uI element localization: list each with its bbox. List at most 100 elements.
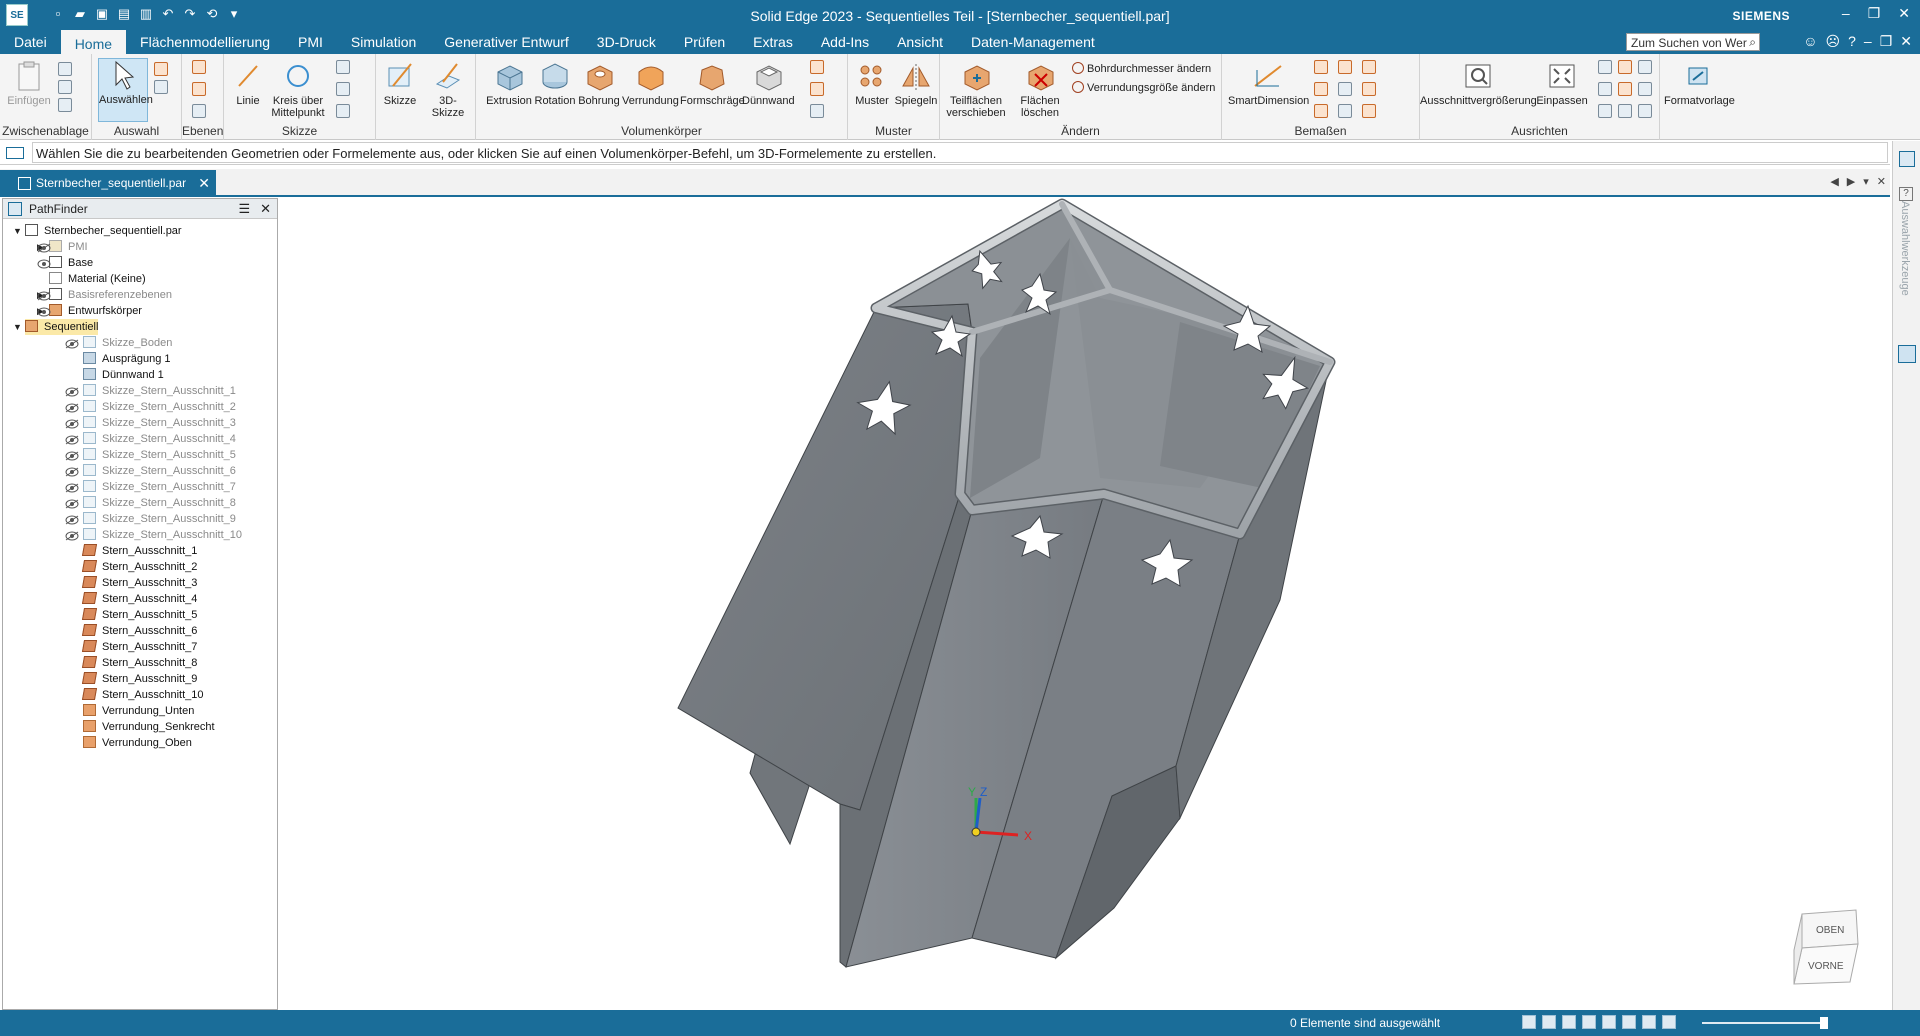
fit-status-icon[interactable] (1562, 1015, 1576, 1029)
tree-feature[interactable]: Skizze_Stern_Ausschnitt_8 (65, 495, 236, 511)
tree-feature[interactable]: Verrundung_Unten (83, 703, 194, 719)
rectangle-icon[interactable] (336, 60, 350, 74)
mirror-button[interactable]: Spiegeln (894, 60, 938, 107)
tree-feature[interactable]: Skizze_Stern_Ausschnitt_10 (65, 527, 242, 543)
spin-icon[interactable] (1618, 104, 1632, 118)
ribbon-tab-2[interactable]: Flächenmodellierung (126, 30, 284, 54)
tree-feature[interactable]: Skizze_Stern_Ausschnitt_7 (65, 479, 236, 495)
symmetric-dim-icon[interactable] (1314, 104, 1328, 118)
previous-view-icon[interactable] (1638, 82, 1652, 96)
style-button[interactable]: Formatvorlage (1664, 60, 1735, 107)
tab-list-icon[interactable]: ▾ (1863, 175, 1869, 188)
ribbon-tab-1[interactable]: Home (60, 30, 127, 54)
tree-feature[interactable]: Stern_Ausschnitt_2 (81, 559, 197, 575)
tree-feature[interactable]: Skizze_Stern_Ausschnitt_9 (65, 511, 236, 527)
tree-item-design-bodies[interactable]: ▶ Entwurfskörper (37, 303, 142, 319)
tree-feature[interactable]: Stern_Ausschnitt_6 (81, 623, 197, 639)
ribbon-tab-0[interactable]: Datei (0, 30, 61, 54)
sketch3d-button[interactable]: 3D-Skizze (424, 60, 472, 119)
select-tools-icon[interactable] (154, 80, 168, 94)
look-at-icon[interactable] (1638, 104, 1652, 118)
view-style-icon[interactable] (1522, 1015, 1536, 1029)
ribbon-tab-8[interactable]: Extras (739, 30, 807, 54)
hidden-eye-icon[interactable] (65, 338, 79, 349)
sketch-button[interactable]: Skizze (380, 60, 420, 107)
eye-icon[interactable] (37, 258, 51, 269)
search-icon[interactable]: ⌕ (1749, 35, 1756, 50)
draft-button[interactable]: Formschräge (680, 60, 745, 107)
tree-feature[interactable]: Skizze_Stern_Ausschnitt_5 (65, 447, 236, 463)
eye-icon[interactable] (37, 306, 51, 317)
hidden-eye-icon[interactable] (65, 498, 79, 509)
tree-item-sequential[interactable]: ▼ Sequentiell (13, 319, 99, 335)
tree-feature[interactable]: Skizze_Stern_Ausschnitt_2 (65, 399, 236, 415)
hidden-eye-icon[interactable] (65, 402, 79, 413)
hidden-eye-icon[interactable] (37, 290, 51, 301)
tree-feature[interactable]: Skizze_Boden (65, 335, 172, 351)
ribbon-tab-10[interactable]: Ansicht (883, 30, 957, 54)
ribbon-tab-9[interactable]: Add-Ins (807, 30, 883, 54)
pathfinder-close-icon[interactable]: ✕ (260, 199, 271, 219)
arc-icon[interactable] (336, 82, 350, 96)
restore-icon[interactable]: ❐ (1868, 5, 1881, 22)
tree-feature[interactable]: Stern_Ausschnitt_4 (81, 591, 197, 607)
tree-item-pmi[interactable]: ▶ PMI (37, 239, 88, 255)
minimize-icon[interactable]: – (1842, 5, 1850, 22)
view-cube[interactable]: OBEN VORNE (1793, 909, 1859, 985)
grid-icon[interactable] (1338, 104, 1352, 118)
close-tab-icon[interactable]: ✕ (198, 170, 210, 197)
window-minimize-icon[interactable]: – (1864, 33, 1872, 50)
scroll-left-icon[interactable]: ◀ (1830, 175, 1838, 188)
plane-icon[interactable] (192, 60, 206, 74)
tree-feature[interactable]: Skizze_Stern_Ausschnitt_4 (65, 431, 236, 447)
sketch-view-status-icon[interactable] (1662, 1015, 1676, 1029)
hidden-eye-icon[interactable] (37, 242, 51, 253)
circle-button[interactable]: Kreis über Mittelpunkt (270, 60, 326, 119)
curve-icon[interactable] (336, 104, 350, 118)
pathfinder-menu-icon[interactable]: ☰ (238, 199, 250, 219)
select-button[interactable]: Auswählen (98, 58, 153, 122)
tree-feature[interactable]: Verrundung_Senkrecht (83, 719, 215, 735)
ribbon-tab-11[interactable]: Daten-Management (957, 30, 1109, 54)
ribbon-tab-6[interactable]: 3D-Druck (583, 30, 670, 54)
selection-tools-label[interactable]: Auswahlwerkzeuge (1899, 201, 1911, 296)
font-icon[interactable] (1362, 104, 1376, 118)
graphics-viewport[interactable]: Y Z X OBEN VORNE (280, 198, 1890, 1010)
ribbon-tab-5[interactable]: Generativer Entwurf (430, 30, 583, 54)
fit-button[interactable]: Einpassen (1536, 60, 1588, 107)
ribbon-tab-7[interactable]: Prüfen (670, 30, 739, 54)
revolve-button[interactable]: Rotation (532, 60, 578, 107)
hole-button[interactable]: Bohrung (576, 60, 622, 107)
delete-faces-button[interactable]: Flächen löschen (1014, 60, 1066, 119)
move-faces-button[interactable]: Teilflächen verschieben (944, 60, 1008, 119)
zoom-slider-handle[interactable] (1820, 1017, 1828, 1029)
coordinate-system-icon[interactable] (192, 104, 206, 118)
quick-view-icon[interactable] (1898, 345, 1916, 363)
change-hole-diameter-button[interactable]: Bohrdurchmesser ändern (1072, 62, 1211, 75)
hidden-eye-icon[interactable] (65, 530, 79, 541)
tree-feature[interactable]: Stern_Ausschnitt_5 (81, 607, 197, 623)
help-panel-icon[interactable]: ? (1899, 187, 1913, 201)
pan-status-icon[interactable] (1582, 1015, 1596, 1029)
window-close-icon[interactable]: ✕ (1900, 33, 1912, 50)
tree-feature[interactable]: Stern_Ausschnitt_8 (81, 655, 197, 671)
filter-icon[interactable] (154, 62, 168, 76)
window-restore-icon[interactable]: ❐ (1880, 33, 1893, 50)
text-style-icon[interactable] (1362, 60, 1376, 74)
hidden-eye-icon[interactable] (65, 514, 79, 525)
round-button[interactable]: Verrundung (622, 60, 679, 107)
hidden-eye-icon[interactable] (65, 466, 79, 477)
tree-feature[interactable]: Stern_Ausschnitt_3 (81, 575, 197, 591)
pattern-button[interactable]: Muster (850, 60, 894, 107)
rotate-status-icon[interactable] (1602, 1015, 1616, 1029)
paste-button[interactable]: Einfügen (6, 60, 52, 107)
selection-tools-icon[interactable] (1899, 151, 1915, 167)
more-solids-icon[interactable] (810, 104, 824, 118)
tree-item-base[interactable]: Base (37, 255, 93, 271)
extrude-button[interactable]: Extrusion (486, 60, 532, 107)
close-document-icon[interactable]: ✕ (1877, 175, 1886, 188)
tree-item-reference-planes[interactable]: ▶ Basisreferenzebenen (37, 287, 172, 303)
zoom-slider[interactable] (1702, 1022, 1822, 1024)
zoom-status-icon[interactable] (1542, 1015, 1556, 1029)
view-orient-status-icon[interactable] (1622, 1015, 1636, 1029)
